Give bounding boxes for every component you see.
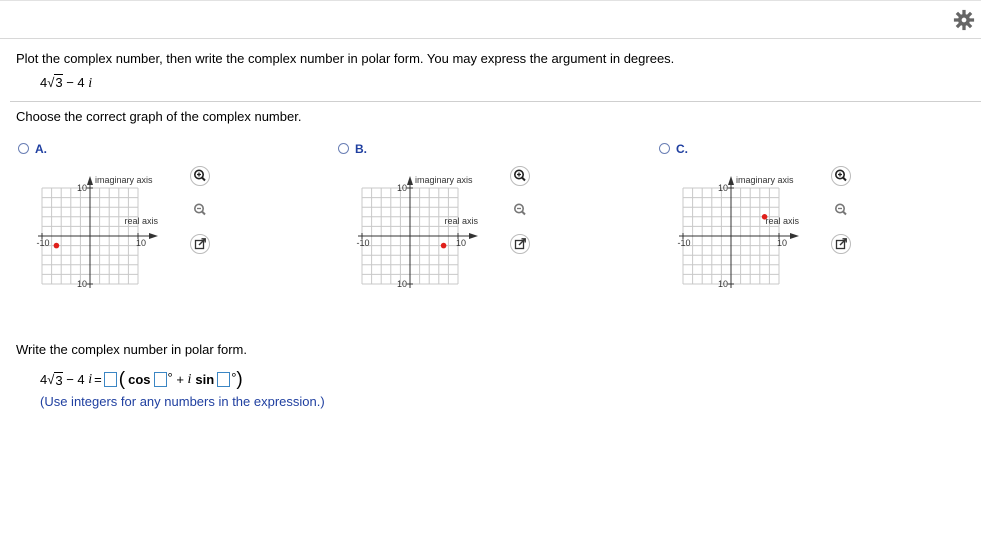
- popout-icon[interactable]: [510, 234, 530, 254]
- option-c[interactable]: C. imaginary axis real axis 10 10 10 -10: [659, 140, 959, 300]
- close-paren: ): [236, 369, 243, 390]
- plotted-point: [53, 242, 60, 249]
- option-b[interactable]: B. imaginary axis real axis 10 10 10 -10: [338, 140, 638, 300]
- expr-rest: − 4: [62, 75, 89, 90]
- tick-label-imag-pos: 10: [397, 183, 407, 193]
- zoom-out-icon[interactable]: [510, 200, 530, 220]
- real-axis-label: real axis: [765, 216, 799, 226]
- tick-label-real-neg: -10: [36, 238, 49, 248]
- option-a[interactable]: A. imaginary axis real axis 10 10 10 -10: [18, 140, 318, 300]
- modulus-input[interactable]: [103, 372, 117, 387]
- expr-radicand: 3: [54, 74, 63, 90]
- cos-label: cos: [128, 372, 151, 387]
- zoom-in-icon[interactable]: [831, 166, 851, 186]
- imaginary-axis-label: imaginary axis: [736, 175, 794, 185]
- option-b-graph: imaginary axis real axis 10 10 10 -10: [356, 175, 478, 289]
- popout-icon[interactable]: [831, 234, 851, 254]
- option-a-graph: imaginary axis real axis 10 10 10 -10: [36, 175, 158, 289]
- tick-label-real-pos: 10: [136, 238, 146, 248]
- tick-label-real-neg: -10: [677, 238, 690, 248]
- zoom-in-icon[interactable]: [510, 166, 530, 186]
- zoom-out-icon[interactable]: [190, 200, 210, 220]
- polar-form-prompt: Write the complex number in polar form.: [16, 342, 247, 357]
- complex-number-expression: 4√3 − 4 i: [40, 74, 93, 92]
- option-c-graph: imaginary axis real axis 10 10 10 -10: [677, 175, 799, 289]
- real-axis-label: real axis: [444, 216, 478, 226]
- lhs-imaginary-unit: i: [88, 371, 93, 387]
- tick-label-real-neg: -10: [356, 238, 369, 248]
- graph-prompt: Choose the correct graph of the complex …: [16, 109, 302, 124]
- plus-sign: +: [172, 372, 188, 387]
- open-paren: (: [118, 369, 126, 390]
- sqrt-symbol: √: [47, 372, 55, 387]
- sin-label: sin: [195, 372, 215, 387]
- tick-label-real-pos: 10: [777, 238, 787, 248]
- tick-label-real-pos: 10: [456, 238, 466, 248]
- tick-label-imag-pos: 10: [718, 183, 728, 193]
- zoom-out-icon[interactable]: [831, 200, 851, 220]
- section-divider: [10, 101, 981, 102]
- lhs-coefficient: 4: [40, 372, 48, 387]
- imaginary-axis-label: imaginary axis: [95, 175, 153, 185]
- cos-angle-input[interactable]: [153, 372, 167, 387]
- top-toolbar: [0, 0, 981, 39]
- popout-icon[interactable]: [190, 234, 210, 254]
- tick-label-imag-neg: 10: [77, 279, 87, 289]
- sin-angle-input[interactable]: [217, 372, 231, 387]
- tick-label-imag-pos: 10: [77, 183, 87, 193]
- imaginary-axis-arrow: [407, 176, 413, 185]
- imaginary-axis-arrow: [87, 176, 93, 185]
- real-axis-arrow: [149, 233, 158, 239]
- gear-icon[interactable]: [953, 9, 975, 31]
- lhs-rest: − 4: [62, 372, 89, 387]
- real-axis-arrow: [469, 233, 478, 239]
- lhs-radicand: 3: [54, 371, 63, 388]
- imaginary-unit: i: [88, 76, 93, 91]
- plotted-point: [440, 242, 447, 249]
- real-axis-arrow: [790, 233, 799, 239]
- imaginary-axis-label: imaginary axis: [415, 175, 473, 185]
- answer-hint: (Use integers for any numbers in the exp…: [40, 394, 325, 409]
- tick-label-imag-neg: 10: [397, 279, 407, 289]
- imaginary-axis-arrow: [728, 176, 734, 185]
- tick-label-imag-neg: 10: [718, 279, 728, 289]
- equals-sign: =: [94, 372, 102, 387]
- question-instruction: Plot the complex number, then write the …: [16, 51, 675, 66]
- polar-answer-row: 4 √ 3 − 4 i = ( cos ° + i sin ° ): [40, 370, 243, 389]
- imaginary-unit: i: [187, 371, 192, 387]
- plotted-point: [761, 214, 768, 220]
- zoom-in-icon[interactable]: [190, 166, 210, 186]
- real-axis-label: real axis: [124, 216, 158, 226]
